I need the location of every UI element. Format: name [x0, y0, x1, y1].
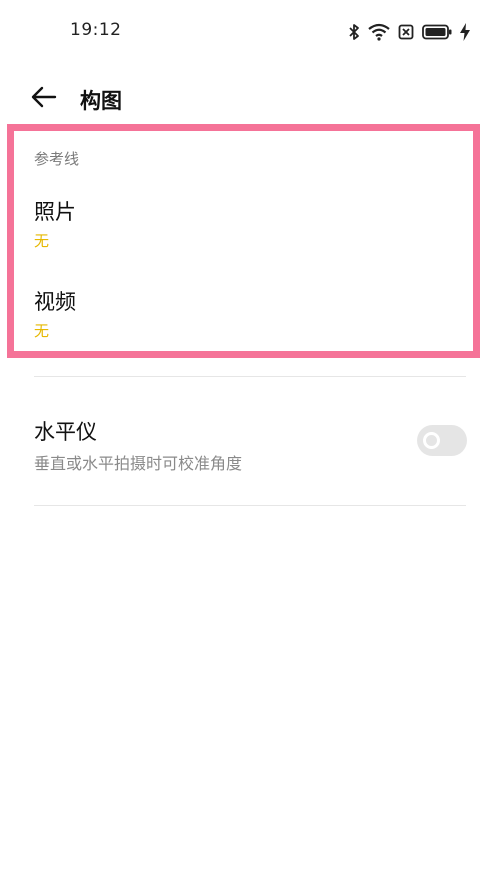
level-toggle[interactable] [417, 425, 467, 456]
list-item-video[interactable]: 视频 无 [0, 278, 500, 350]
item-desc-level: 垂直或水平拍摄时可校准角度 [34, 454, 243, 473]
app-bar: 构图 [0, 72, 500, 126]
status-time: 19:12 [70, 20, 122, 40]
toggle-knob [423, 432, 440, 449]
section-header-guidelines: 参考线 [34, 150, 80, 168]
charging-icon [460, 23, 470, 41]
divider [34, 376, 466, 377]
back-button[interactable] [26, 82, 62, 116]
item-value-video: 无 [34, 322, 50, 340]
battery-icon [422, 24, 452, 40]
bluetooth-icon [348, 23, 360, 41]
item-title-video: 视频 [34, 290, 76, 314]
status-icons [348, 22, 470, 42]
no-sim-icon [398, 24, 414, 40]
wifi-icon [368, 23, 390, 41]
item-title-level: 水平仪 [34, 420, 97, 444]
page-title: 构图 [80, 89, 122, 113]
divider [34, 505, 466, 506]
list-item-photo[interactable]: 照片 无 [0, 188, 500, 260]
arrow-left-icon [31, 86, 57, 112]
status-bar: 19:12 [0, 0, 500, 62]
item-title-photo: 照片 [34, 200, 76, 224]
item-value-photo: 无 [34, 232, 50, 250]
